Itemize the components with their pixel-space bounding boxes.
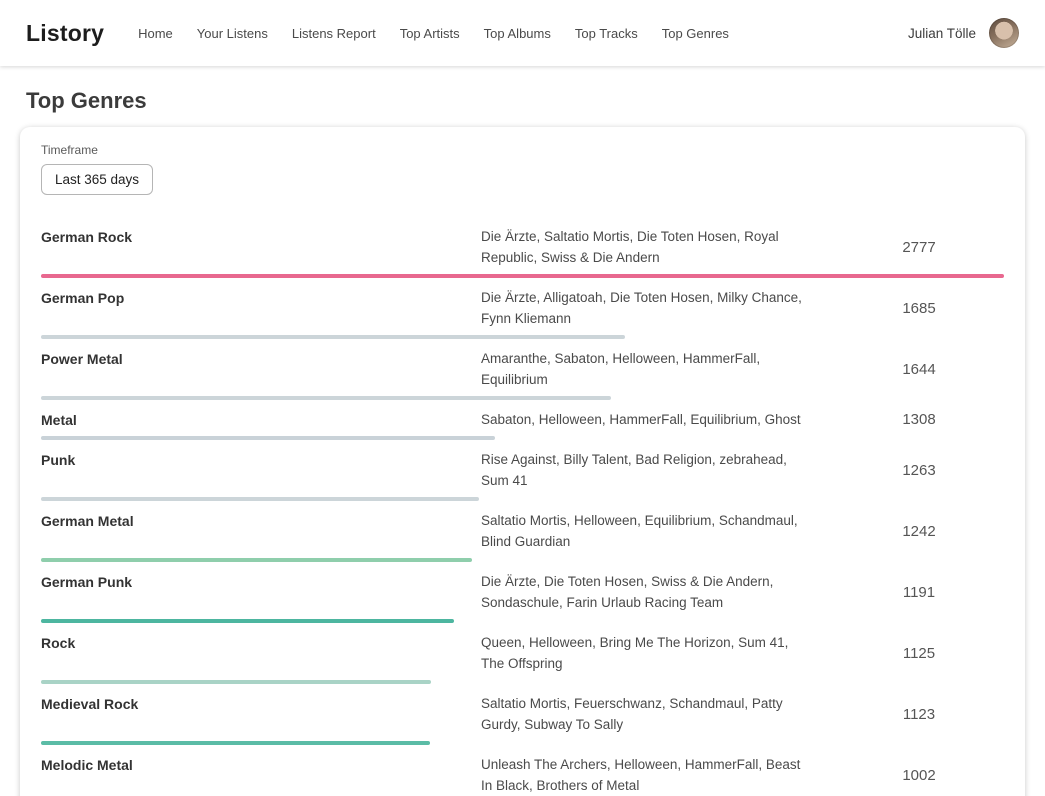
genre-count: 1308 (834, 409, 1004, 430)
nav-links: Home Your Listens Listens Report Top Artist… (138, 26, 729, 41)
nav-item-your-listens[interactable]: Your Listens (197, 26, 268, 41)
genre-count: 2777 (834, 226, 1004, 268)
genre-name: Metal (41, 409, 481, 430)
genre-count: 1002 (834, 754, 1004, 796)
genre-count: 1123 (834, 693, 1004, 735)
genre-artists: Die Ärzte, Die Toten Hosen, Swiss & Die … (481, 571, 811, 613)
genre-row[interactable]: German Metal Saltatio Mortis, Helloween,… (41, 501, 1004, 562)
nav-item-home[interactable]: Home (138, 26, 173, 41)
genre-name: Rock (41, 632, 481, 674)
genre-row[interactable]: German Pop Die Ärzte, Alligatoah, Die To… (41, 278, 1004, 339)
timeframe-select[interactable]: Last 365 days (41, 164, 153, 195)
genre-artists: Amaranthe, Sabaton, Helloween, HammerFal… (481, 348, 811, 390)
nav-item-top-genres[interactable]: Top Genres (662, 26, 729, 41)
navbar: Listory Home Your Listens Listens Report To… (0, 0, 1045, 66)
genre-count: 1125 (834, 632, 1004, 674)
main-content: Top Genres Timeframe Last 365 days Germa… (0, 88, 1045, 796)
genre-name: Melodic Metal (41, 754, 481, 796)
timeframe-label: Timeframe (41, 143, 1004, 157)
genre-count: 1685 (834, 287, 1004, 329)
navbar-right: Julian Tölle (908, 18, 1019, 48)
genre-name: Punk (41, 449, 481, 491)
nav-item-top-artists[interactable]: Top Artists (400, 26, 460, 41)
genre-count: 1242 (834, 510, 1004, 552)
genre-artists: Unleash The Archers, Helloween, HammerFa… (481, 754, 811, 796)
genre-artists: Die Ärzte, Saltatio Mortis, Die Toten Ho… (481, 226, 811, 268)
nav-item-top-tracks[interactable]: Top Tracks (575, 26, 638, 41)
genre-artists: Saltatio Mortis, Feuerschwanz, Schandmau… (481, 693, 811, 735)
genre-name: Medieval Rock (41, 693, 481, 735)
app-logo[interactable]: Listory (26, 20, 104, 47)
genre-artists: Die Ärzte, Alligatoah, Die Toten Hosen, … (481, 287, 811, 329)
user-name: Julian Tölle (908, 26, 976, 41)
genre-artists: Queen, Helloween, Bring Me The Horizon, … (481, 632, 811, 674)
genre-count: 1644 (834, 348, 1004, 390)
page-title: Top Genres (26, 88, 1019, 114)
user-avatar[interactable] (989, 18, 1019, 48)
genre-artists: Saltatio Mortis, Helloween, Equilibrium,… (481, 510, 811, 552)
genre-row[interactable]: Punk Rise Against, Billy Talent, Bad Rel… (41, 440, 1004, 501)
genre-artists: Sabaton, Helloween, HammerFall, Equilibr… (481, 409, 811, 430)
genre-artists: Rise Against, Billy Talent, Bad Religion… (481, 449, 811, 491)
genre-count: 1191 (834, 571, 1004, 613)
genre-row[interactable]: Power Metal Amaranthe, Sabaton, Hellowee… (41, 339, 1004, 400)
genre-count: 1263 (834, 449, 1004, 491)
genre-row[interactable]: German Rock Die Ärzte, Saltatio Mortis, … (41, 217, 1004, 278)
genre-name: German Rock (41, 226, 481, 268)
genre-name: German Punk (41, 571, 481, 613)
genre-name: German Pop (41, 287, 481, 329)
genre-row[interactable]: German Punk Die Ärzte, Die Toten Hosen, … (41, 562, 1004, 623)
genre-row[interactable]: Metal Sabaton, Helloween, HammerFall, Eq… (41, 400, 1004, 440)
genre-row[interactable]: Medieval Rock Saltatio Mortis, Feuerschw… (41, 684, 1004, 745)
genre-name: German Metal (41, 510, 481, 552)
nav-item-top-albums[interactable]: Top Albums (484, 26, 551, 41)
genre-name: Power Metal (41, 348, 481, 390)
top-genres-card: Timeframe Last 365 days German Rock Die … (20, 127, 1025, 796)
genre-row[interactable]: Melodic Metal Unleash The Archers, Hello… (41, 745, 1004, 796)
nav-item-listens-report[interactable]: Listens Report (292, 26, 376, 41)
genres-table: German Rock Die Ärzte, Saltatio Mortis, … (41, 217, 1004, 796)
genre-row[interactable]: Rock Queen, Helloween, Bring Me The Hori… (41, 623, 1004, 684)
